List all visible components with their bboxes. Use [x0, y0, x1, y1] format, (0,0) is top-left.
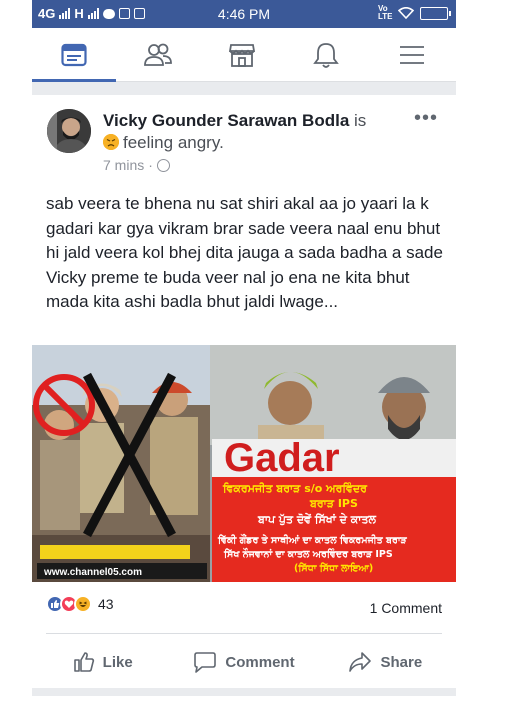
- tab-notifications[interactable]: [284, 28, 368, 82]
- post-card: Vicky Gounder Sarawan Bodla is feeling a…: [32, 95, 456, 688]
- status-bar: 4G H 4:46 PM Vo LTE: [32, 0, 456, 28]
- author-name-link[interactable]: Vicky Gounder Sarawan Bodla: [103, 111, 349, 130]
- post-image-art: www.channel05.com Gadar ਵਿਕਰਮਜੀਤ ਬਰਾੜ s/…: [32, 345, 456, 582]
- tab-marketplace[interactable]: [200, 28, 284, 82]
- like-button-label: Like: [102, 653, 133, 671]
- wifi-icon: [398, 7, 414, 19]
- status-right: Vo LTE: [378, 4, 451, 21]
- caption-line-5: ਸਿੱਖ ਨੌਜਵਾਨਾਂ ਦਾ ਕਾਤਲ ਅਰਵਿੰਦਰ ਬਰਾੜ IPS: [223, 547, 393, 560]
- comment-button[interactable]: Comment: [173, 640, 314, 684]
- phone-screen: 4G H 4:46 PM Vo LTE Vicky Gounder Sarawa…: [32, 0, 456, 706]
- comment-icon: [194, 652, 217, 673]
- post-body-text: sab veera te bhena nu sat shiri akal aa …: [46, 194, 443, 311]
- battery-icon: [420, 6, 451, 20]
- comment-button-label: Comment: [225, 653, 295, 671]
- caption-line-3: ਬਾਪ ਪੁੱਤ ਦੋਵੇਂ ਸਿੱਖਾਂ ਦੇ ਕਾਤਲ: [257, 512, 376, 526]
- post-image[interactable]: www.channel05.com Gadar ਵਿਕਰਮਜੀਤ ਬਰਾੜ s/…: [32, 345, 456, 582]
- globe-icon: [156, 158, 170, 172]
- gadar-banner-text: Gadar: [224, 436, 340, 480]
- news-feed-icon: [61, 43, 87, 67]
- post-header: Vicky Gounder Sarawan Bodla is feeling a…: [103, 110, 413, 154]
- feeling-status: feeling angry.: [123, 133, 224, 152]
- share-button-label: Share: [380, 653, 423, 671]
- profile-photo: [47, 109, 91, 153]
- bell-icon: [313, 43, 339, 68]
- author-avatar[interactable]: [47, 109, 91, 153]
- tab-menu[interactable]: [368, 28, 456, 82]
- post-options-icon[interactable]: •••: [414, 107, 438, 130]
- meta-separator: ·: [148, 157, 153, 173]
- watermark-text: www.channel05.com: [43, 567, 142, 578]
- like-button[interactable]: Like: [32, 640, 173, 684]
- thumbs-up-icon: [73, 652, 94, 672]
- caption-line-2: ਬਰਾੜ IPS: [309, 497, 358, 510]
- volte-label: Vo LTE: [378, 4, 393, 21]
- reaction-count: 43: [98, 596, 114, 612]
- top-nav-bar: [32, 28, 456, 82]
- actions-divider: [46, 633, 442, 634]
- tab-news-feed[interactable]: [32, 28, 116, 82]
- marketplace-icon: [228, 44, 256, 67]
- haha-reaction-icon: [74, 595, 92, 613]
- caption-line-6: (ਸਿੱਧਾ ਸਿੱਧਾ ਲਾਇਆ): [294, 561, 373, 574]
- is-text: is: [349, 111, 367, 130]
- tab-friends[interactable]: [116, 28, 200, 82]
- reactions-summary[interactable]: 43: [46, 595, 114, 613]
- angry-emoji-icon: [103, 134, 119, 150]
- share-button[interactable]: Share: [315, 640, 456, 684]
- caption-line-4: ਵਿੱਕੀ ਗੌਂਡਰ ਤੇ ਸਾਥੀਆਂ ਦਾ ਕਾਤਲ ਵਿਕਰਮਜੀਤ ਬ…: [217, 533, 408, 546]
- comment-count-link[interactable]: 1 Comment: [370, 600, 442, 616]
- post-timestamp[interactable]: 7 mins: [103, 157, 144, 173]
- post-actions: Like Comment Share: [32, 640, 456, 684]
- caption-line-1: ਵਿਕਰਮਜੀਤ ਬਰਾੜ s/o ਅਰਵਿੰਦਰ: [222, 481, 368, 495]
- post-meta: 7 mins ·: [103, 157, 170, 173]
- next-post-card: [32, 696, 456, 706]
- share-icon: [349, 652, 372, 672]
- friends-icon: [144, 43, 172, 66]
- hamburger-menu-icon: [400, 46, 424, 64]
